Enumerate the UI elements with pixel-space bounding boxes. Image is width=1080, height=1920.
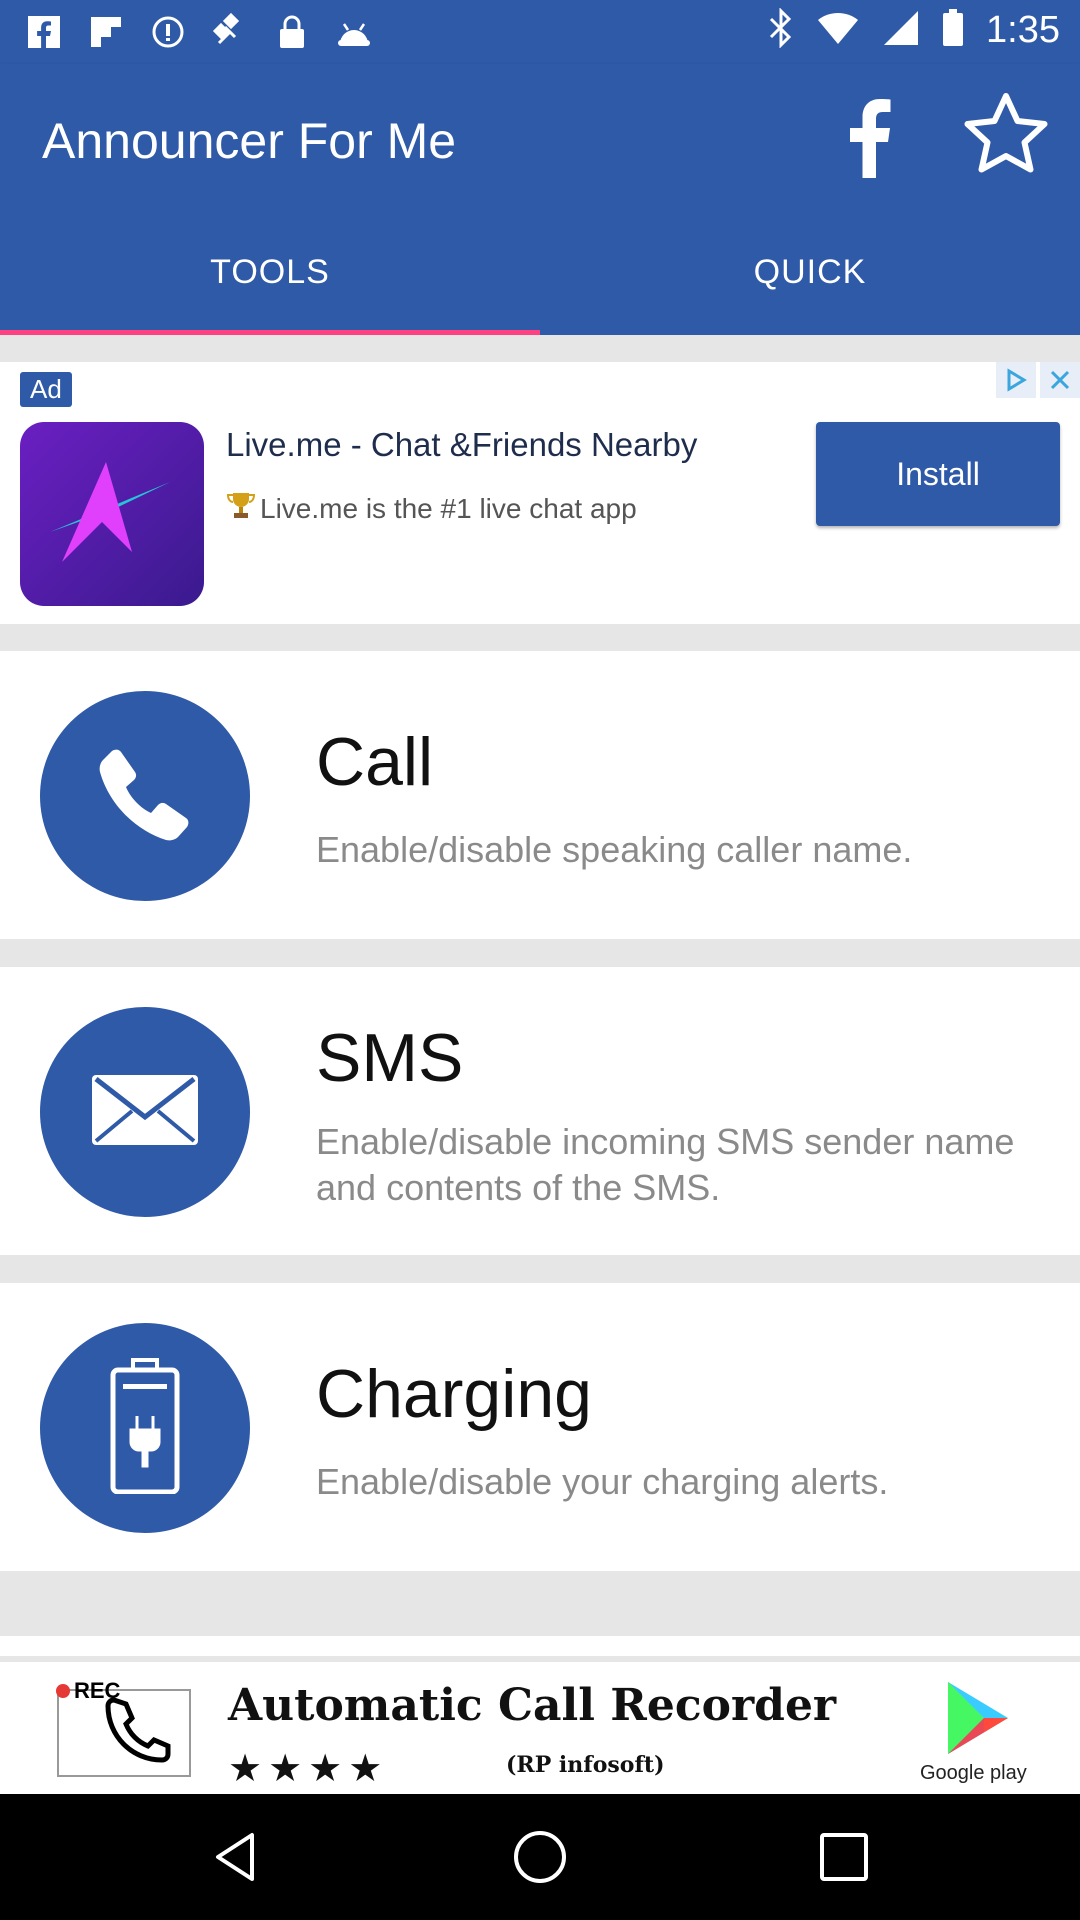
app-title: Announcer For Me xyxy=(42,113,457,169)
google-play-icon xyxy=(918,1678,1028,1758)
google-play-label: Google play xyxy=(920,1762,1027,1784)
system-status: 1:35 xyxy=(768,7,1060,53)
card-description: Enable/disable your charging alerts. xyxy=(316,1461,889,1502)
wifi-icon xyxy=(816,10,860,51)
signal-icon xyxy=(882,9,920,52)
card-title: Charging xyxy=(316,1356,592,1432)
mail-icon xyxy=(90,1073,200,1152)
card-charging[interactable]: Charging Enable/disable your charging al… xyxy=(0,1283,1080,1571)
status-bar: 1:35 xyxy=(0,0,1080,64)
card-title: SMS xyxy=(316,1020,464,1096)
fake-gps-icon xyxy=(210,12,250,52)
phone-icon xyxy=(93,742,197,851)
tab-quick[interactable]: QUICK xyxy=(540,210,1080,335)
ad-banner[interactable]: Ad Live.me - Chat &Friends Nearby Live.m… xyxy=(0,362,1080,624)
ad-body-text: Live.me is the #1 live chat app xyxy=(260,492,637,524)
facebook-icon[interactable] xyxy=(830,94,910,178)
home-icon[interactable] xyxy=(510,1827,570,1887)
star-icon[interactable] xyxy=(960,90,1052,182)
adchoices-icon[interactable] xyxy=(996,362,1036,398)
charging-icon-circle xyxy=(40,1323,250,1533)
back-icon[interactable] xyxy=(208,1827,268,1887)
call-recorder-banner[interactable]: REC Automatic Call Recorder ★★★★ (RP inf… xyxy=(0,1662,1080,1794)
ad-body: Live.me is the #1 live chat app xyxy=(226,490,637,527)
sms-icon-circle xyxy=(40,1007,250,1217)
battery-icon xyxy=(942,9,964,52)
ad-label: Ad xyxy=(20,372,72,407)
close-icon[interactable] xyxy=(1040,362,1080,398)
rec-dot-icon xyxy=(56,1684,70,1698)
install-button[interactable]: Install xyxy=(816,422,1060,526)
call-icon-circle xyxy=(40,691,250,901)
card-partial xyxy=(0,1636,1080,1656)
tab-tools[interactable]: TOOLS xyxy=(0,210,540,335)
flipboard-icon xyxy=(86,12,126,52)
bluetooth-icon xyxy=(768,7,794,53)
card-sms[interactable]: SMS Enable/disable incoming SMS sender n… xyxy=(0,967,1080,1255)
developer-name: (RP infosoft) xyxy=(506,1752,665,1778)
navigation-bar xyxy=(0,1794,1080,1920)
clock: 1:35 xyxy=(986,9,1060,51)
ad-headline[interactable]: Live.me - Chat &Friends Nearby xyxy=(226,426,697,464)
recents-icon[interactable] xyxy=(814,1827,874,1887)
android-icon xyxy=(334,12,374,52)
battery-charging-icon xyxy=(109,1357,181,1499)
card-call[interactable]: Call Enable/disable speaking caller name… xyxy=(0,651,1080,939)
ad-app-icon[interactable] xyxy=(20,422,204,606)
data-saver-icon xyxy=(148,12,188,52)
lock-icon xyxy=(272,12,312,52)
card-description: Enable/disable speaking caller name. xyxy=(316,829,913,870)
card-title: Call xyxy=(316,724,434,800)
trophy-icon xyxy=(226,490,256,527)
facebook-icon xyxy=(24,12,64,52)
card-description: Enable/disable incoming SMS sender name … xyxy=(316,1121,1015,1208)
app-bar: Announcer For Me xyxy=(0,64,1080,210)
banner-title: Automatic Call Recorder xyxy=(228,1680,837,1731)
tab-bar: TOOLS QUICK xyxy=(0,210,1080,335)
rating-stars: ★★★★ xyxy=(228,1748,389,1790)
rec-label: REC xyxy=(56,1678,120,1704)
notification-icons xyxy=(24,12,374,52)
